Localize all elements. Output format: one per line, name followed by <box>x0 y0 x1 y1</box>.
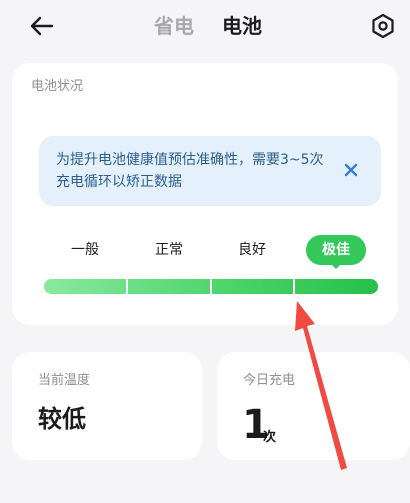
current-level-badge: 极佳 <box>306 235 366 265</box>
level-label-normal: 正常 <box>155 242 183 258</box>
bar-segment-divider <box>126 279 128 294</box>
tab-power-saving[interactable]: 省电 <box>154 12 194 40</box>
calibration-notice: 为提升电池健康值预估准确性，需要3~5次充电循环以矫正数据 <box>39 136 381 206</box>
charge-count-unit: 次 <box>263 430 277 445</box>
arrow-left-icon <box>30 16 54 36</box>
notice-close-button[interactable] <box>341 160 361 180</box>
bar-segment-divider <box>210 279 212 294</box>
bar-segment-divider <box>293 279 295 294</box>
gear-icon <box>372 13 394 39</box>
notice-text: 为提升电池健康值预估准确性，需要3~5次充电循环以矫正数据 <box>56 152 324 190</box>
back-button[interactable] <box>28 12 56 40</box>
health-progress-bar <box>44 279 378 294</box>
temperature-label: 当前温度 <box>38 373 91 388</box>
badge-pointer <box>330 263 342 269</box>
tab-battery[interactable]: 电池 <box>222 12 262 40</box>
charge-today-label: 今日充电 <box>243 373 296 388</box>
settings-button[interactable] <box>370 13 396 39</box>
level-label-good: 良好 <box>238 242 266 258</box>
temperature-value: 较低 <box>38 405 86 433</box>
level-label-fair: 一般 <box>71 242 99 258</box>
top-bar: 省电 电池 <box>0 0 410 52</box>
close-icon <box>344 163 358 177</box>
battery-status-title: 电池状况 <box>31 79 84 94</box>
